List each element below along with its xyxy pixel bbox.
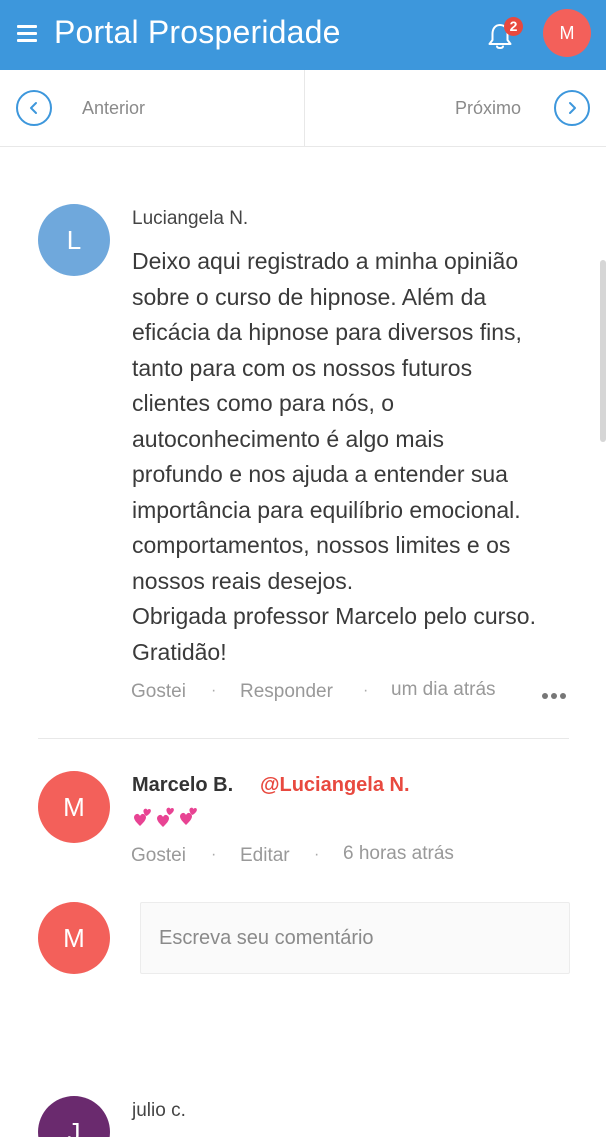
reply-timestamp: 6 horas atrás: [343, 843, 454, 864]
comment-line: sobre o curso de hipnose. Além da: [132, 283, 487, 310]
nav-divider: [304, 70, 305, 147]
reply-author: Marcelo B.: [132, 774, 234, 796]
notification-badge: 2: [504, 17, 523, 36]
comment-line: Obrigada professor Marcelo pelo curso.: [132, 603, 536, 629]
input-avatar: M: [38, 902, 110, 974]
menu-icon[interactable]: [17, 25, 37, 43]
previous-label[interactable]: Anterior: [82, 98, 145, 119]
comment-line: clientes como para nós, o: [132, 390, 395, 416]
app-title: Portal Prosperidade: [54, 14, 341, 50]
scrollbar[interactable]: [600, 260, 606, 442]
chevron-left-icon: [30, 102, 37, 114]
reply-mention[interactable]: @Luciangela N.: [260, 774, 410, 797]
comment-line: comportamentos, nossos limites e os: [132, 532, 511, 558]
comment-line: nossos reais desejos.: [132, 567, 354, 594]
comment-input[interactable]: [140, 902, 570, 974]
separator-dot: ·: [211, 682, 217, 699]
comment-line: eficácia da hipnose para diversos fins,: [132, 319, 522, 345]
comment-avatar: J: [38, 1096, 110, 1137]
comment-line: Deixo aqui registrado a minha opinião: [132, 248, 519, 274]
edit-button[interactable]: Editar: [240, 845, 290, 867]
reply-button[interactable]: Responder: [240, 681, 333, 703]
comment-line: importância para equilíbrio emocional.: [132, 496, 521, 523]
top-app-bar: Portal Prosperidade 2 M: [0, 0, 606, 70]
lesson-navigation: Anterior Próximo: [0, 70, 606, 147]
comment-avatar: L: [38, 204, 110, 276]
separator-dot: ·: [211, 846, 217, 863]
comment-line: autoconhecimento é algo mais: [132, 425, 444, 452]
comment-line: tanto para com os nossos futuros: [132, 354, 473, 381]
comment-author: julio c.: [132, 1100, 186, 1121]
user-avatar[interactable]: M: [543, 9, 591, 57]
separator-dot: ·: [314, 846, 320, 863]
chevron-right-icon: [569, 102, 576, 114]
like-button[interactable]: Gostei: [131, 681, 186, 703]
next-label[interactable]: Próximo: [455, 98, 521, 119]
separator-dot: ·: [363, 682, 369, 699]
comment-line: Gratidão!: [132, 638, 227, 665]
two-hearts-emoji-icon: [134, 807, 197, 827]
reply-avatar: M: [38, 771, 110, 843]
next-button[interactable]: [554, 90, 590, 126]
comment-text: Deixo aqui registrado a minha opinião so…: [132, 244, 582, 670]
comment-divider: [38, 738, 569, 739]
comment-author: Luciangela N.: [132, 208, 249, 229]
more-options-icon[interactable]: [542, 686, 569, 704]
reply-like-button[interactable]: Gostei: [131, 845, 186, 867]
previous-button[interactable]: [16, 90, 52, 126]
reply-text: [132, 804, 210, 835]
comment-line: profundo e nos ajuda a entender sua: [132, 461, 508, 487]
comment-timestamp: um dia atrás: [391, 679, 496, 700]
